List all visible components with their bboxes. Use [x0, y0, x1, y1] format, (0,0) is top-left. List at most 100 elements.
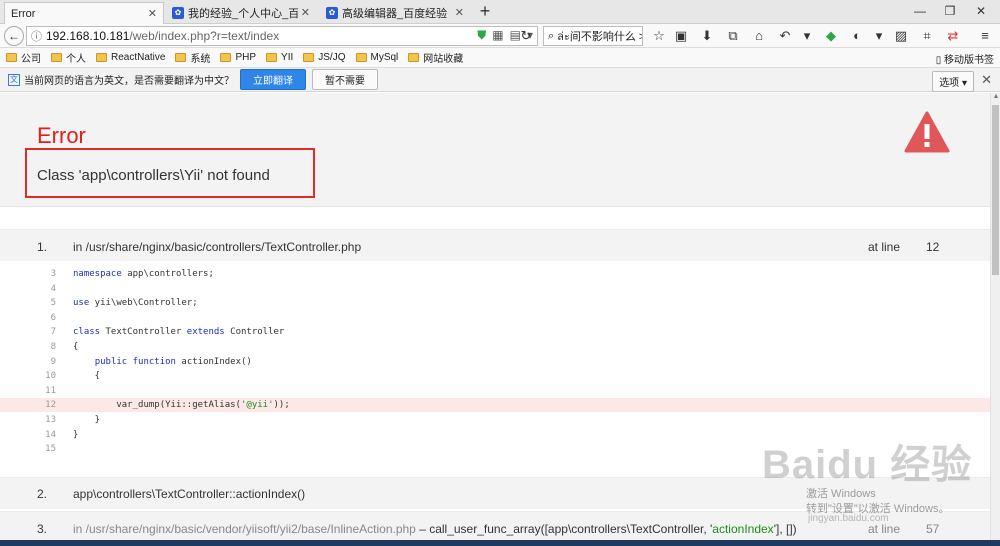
bookmark-list-icon[interactable]: ▣	[670, 26, 692, 46]
scroll-up-icon[interactable]: ▲	[991, 93, 1000, 103]
reload-icon[interactable]: ↻	[516, 26, 536, 46]
qr-code-icon[interactable]: ▦	[492, 28, 503, 43]
mobile-bookmarks[interactable]: ▯ 移动版书签	[936, 51, 994, 66]
close-icon[interactable]: ✕	[301, 6, 310, 19]
folder-icon	[96, 53, 107, 62]
code-line: 4	[0, 282, 990, 296]
trace-at-line-label: at line	[868, 240, 901, 254]
code-text: {	[73, 342, 79, 352]
bookmark-folder[interactable]: PHP	[220, 52, 256, 63]
code-line: 7 class TextController extends Controller	[0, 325, 990, 339]
bookmark-folder[interactable]: MySql	[355, 52, 398, 63]
folder-icon	[6, 53, 17, 62]
tab-experience-center[interactable]: ✿ 我的经验_个人中心_百度经 ✕	[166, 2, 316, 24]
search-input[interactable]: ⌕ ล่ะ间不影响什么 >	[543, 26, 643, 46]
dropdown-icon[interactable]: ▾	[796, 26, 818, 46]
bookmark-folder[interactable]: ReactNative	[96, 52, 165, 63]
tab-advanced-editor[interactable]: ✿ 高级编辑器_百度经验 ✕	[320, 2, 470, 24]
trace-call: in /usr/share/nginx/basic/vendor/yiisoft…	[73, 522, 797, 536]
url-host: 192.168.10.181	[46, 29, 130, 43]
search-value: ล่ะ间不影响什么 >	[557, 31, 643, 43]
minimize-button[interactable]: —	[905, 0, 935, 24]
back-arrow-icon[interactable]: ←	[4, 26, 24, 46]
code-line-highlighted: 12 var_dump(Yii::getAlias('@yii'));	[0, 398, 990, 413]
download-icon[interactable]: ⬇	[696, 26, 718, 46]
menu-icon[interactable]: ≡	[974, 26, 996, 46]
bookmark-folder[interactable]: YII	[266, 52, 293, 63]
line-number: 5	[50, 298, 56, 309]
bookmark-folder[interactable]: JS/JQ	[303, 52, 346, 63]
code-line: 8{	[0, 340, 990, 354]
code-line: 13 }	[0, 413, 990, 427]
tab-error[interactable]: Error ✕	[4, 2, 164, 24]
crop-icon[interactable]: ⌗	[916, 26, 938, 46]
code-text: }	[73, 415, 101, 425]
extension-icon[interactable]: ◆	[820, 26, 842, 46]
code-text: namespace app\controllers;	[73, 269, 214, 279]
folder-icon	[51, 53, 62, 62]
bookmark-folder[interactable]: 系统	[175, 50, 210, 65]
not-needed-button[interactable]: 暂不需要	[312, 69, 378, 90]
close-icon[interactable]: ✕	[981, 72, 992, 88]
baidu-paw-icon: ✿	[326, 7, 338, 19]
tab-label: Error	[11, 7, 36, 20]
close-icon[interactable]: ✕	[148, 7, 157, 20]
dropdown-icon[interactable]: ▾	[868, 26, 890, 46]
code-text: public function actionIndex()	[94, 356, 252, 367]
shield-icon[interactable]: ⛊	[477, 28, 486, 43]
options-button[interactable]: 选项 ▾	[932, 71, 974, 92]
line-number: 12	[45, 400, 56, 411]
close-icon[interactable]: ✕	[455, 6, 464, 19]
close-window-button[interactable]: ✕	[966, 0, 996, 24]
trace-file: in /usr/share/nginx/basic/controllers/Te…	[73, 240, 362, 254]
code-text: use yii\web\Controller;	[73, 298, 198, 309]
home-icon[interactable]: ⌂	[748, 26, 770, 46]
star-icon[interactable]: ☆	[648, 26, 670, 46]
info-icon[interactable]: ⓘ	[31, 28, 42, 44]
scroll-thumb[interactable]	[992, 105, 999, 275]
folder-icon	[175, 53, 187, 62]
new-tab-button[interactable]: +	[474, 2, 496, 22]
undo-icon[interactable]: ↶	[774, 26, 796, 46]
error-title: Error	[37, 123, 86, 148]
code-text: var_dump(Yii::getAlias('@yii'));	[73, 400, 290, 411]
watermark-url: jingyan.baidu.com	[808, 513, 889, 524]
error-header: Error Class 'app\controllers\Yii' not fo…	[0, 93, 990, 207]
trace-line-number: 12	[926, 240, 940, 254]
phone-icon: ▯	[935, 55, 942, 66]
line-number: 14	[45, 429, 56, 440]
code-line: 10 {	[0, 369, 990, 383]
folder-icon	[266, 53, 278, 62]
trace-line-number: 57	[926, 522, 940, 536]
address-bar[interactable]: ⓘ 192.168.10.181/web/index.php?r=text/in…	[26, 26, 538, 46]
tab-label: 我的经验_个人中心_百度经	[188, 8, 298, 20]
sync-icon[interactable]: ⇄	[942, 26, 964, 46]
translate-icon[interactable]: ▨	[890, 26, 912, 46]
folder-icon	[408, 53, 420, 62]
tab-bar: Error ✕ ✿ 我的经验_个人中心_百度经 ✕ ✿ 高级编辑器_百度经验 ✕…	[0, 0, 1000, 24]
code-text: }	[73, 429, 79, 440]
navigation-bar: ← ⓘ 192.168.10.181/web/index.php?r=text/…	[0, 24, 1000, 48]
trace-method: app\controllers\TextController::actionIn…	[73, 487, 306, 501]
code-text: class TextController extends Controller	[73, 327, 285, 338]
translate-now-button[interactable]: 立即翻译	[240, 69, 306, 90]
trace-number: 1.	[37, 240, 48, 254]
baidu-watermark: Baidu 经验	[762, 443, 973, 487]
folder-icon	[355, 53, 367, 62]
url-path: /web/index.php?r=text/index	[129, 29, 280, 43]
bookmarks-bar: 公司 个人 ReactNative 系统 PHP YII JS/JQ MySql…	[0, 48, 1000, 68]
restore-button[interactable]: ❐	[935, 0, 965, 24]
bookmark-folder[interactable]: 公司	[6, 50, 41, 65]
line-number: 4	[50, 283, 56, 294]
scrollbar[interactable]: ▲	[990, 93, 1000, 546]
folder-icon	[220, 53, 232, 62]
palette-icon[interactable]: ◐	[846, 26, 868, 46]
bookmark-folder[interactable]: 网站收藏	[408, 50, 463, 65]
error-message: Class 'app\controllers\Yii' not found	[37, 167, 270, 184]
line-number: 10	[45, 371, 56, 382]
screenshot-icon[interactable]: ⧉	[722, 26, 744, 46]
line-number: 11	[45, 385, 56, 396]
bookmark-folder[interactable]: 个人	[51, 50, 86, 65]
url-text[interactable]: 192.168.10.181/web/index.php?r=text/inde…	[46, 29, 279, 43]
trace-item[interactable]: 1. in /usr/share/nginx/basic/controllers…	[0, 229, 990, 262]
